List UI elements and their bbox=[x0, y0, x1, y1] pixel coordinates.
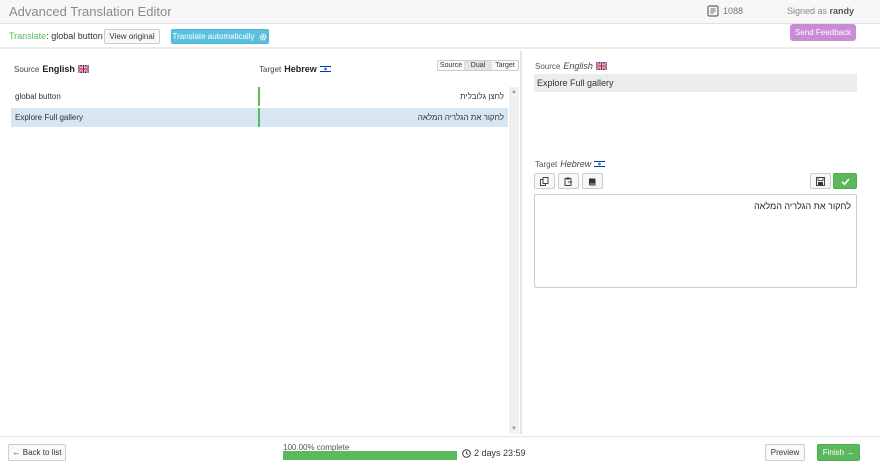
list-scrollbar[interactable]: ▲ ▼ bbox=[509, 87, 519, 434]
target-label: Target bbox=[259, 64, 282, 74]
view-mode-target[interactable]: Target bbox=[492, 61, 518, 70]
editor-source-language: English bbox=[563, 61, 593, 71]
editor-target-header: Target Hebrew bbox=[535, 159, 606, 169]
clock-icon bbox=[462, 448, 471, 458]
view-mode-dual[interactable]: Dual bbox=[465, 61, 492, 70]
progress-fill bbox=[283, 451, 457, 460]
paste-icon bbox=[564, 177, 572, 186]
credits-counter: 1088 bbox=[707, 5, 743, 17]
countdown-timer: 2 days 23:59 bbox=[462, 448, 526, 458]
editor-source-label: Source bbox=[535, 61, 561, 71]
gear-icon bbox=[260, 33, 267, 40]
save-icon bbox=[816, 176, 825, 186]
back-to-list-button[interactable]: ← Back to list bbox=[8, 444, 66, 461]
bottom-bar: ← Back to list 100.00% complete 2 days 2… bbox=[0, 436, 880, 466]
source-column-header: Source English bbox=[14, 64, 89, 74]
sub-bar: Translate: global button View original T… bbox=[0, 24, 880, 49]
translation-list-pane: Source English Target Hebrew Source Dual… bbox=[0, 51, 520, 434]
uk-flag-icon bbox=[595, 62, 607, 70]
row-target-text: לחצן גלובלית bbox=[460, 92, 504, 101]
translate-key: Translate bbox=[9, 31, 47, 41]
signed-in-user: Signed as randy bbox=[787, 6, 854, 16]
progress-bar bbox=[283, 451, 457, 460]
signed-prefix: Signed as bbox=[787, 6, 828, 16]
translation-row-selected[interactable]: Explore Full gallery לחקור את הגלריה המל… bbox=[11, 108, 508, 127]
row-source-text: Explore Full gallery bbox=[15, 113, 84, 122]
translate-label: Translate: global button bbox=[9, 31, 103, 41]
scroll-up-icon[interactable]: ▲ bbox=[511, 89, 517, 95]
credits-count: 1088 bbox=[723, 6, 744, 16]
paste-button[interactable] bbox=[558, 173, 579, 189]
editor-target-language: Hebrew bbox=[560, 159, 592, 169]
send-feedback-button[interactable]: Send Feedback bbox=[790, 24, 856, 41]
book-icon bbox=[589, 178, 596, 185]
app-title: Advanced Translation Editor bbox=[9, 4, 172, 19]
copy-source-button[interactable] bbox=[534, 173, 555, 189]
finish-button[interactable]: Finish → bbox=[817, 444, 860, 461]
target-column-header: Target Hebrew bbox=[259, 64, 331, 74]
editor-target-label: Target bbox=[535, 159, 558, 169]
uk-flag-icon bbox=[77, 65, 89, 73]
translate-value: : global button bbox=[46, 31, 103, 41]
top-bar: Advanced Translation Editor 1088 Signed … bbox=[0, 0, 880, 24]
view-mode-source[interactable]: Source bbox=[438, 61, 465, 70]
row-target-text: לחקור את הגלריה המלאה bbox=[417, 113, 504, 122]
scroll-down-icon[interactable]: ▼ bbox=[511, 426, 517, 432]
target-language: Hebrew bbox=[284, 64, 317, 74]
translation-row[interactable]: global button לחצן גלובלית bbox=[11, 87, 508, 106]
view-mode-toggle: Source Dual Target bbox=[437, 60, 519, 71]
israel-flag-icon bbox=[319, 65, 331, 73]
translate-auto-label: Translate automatically bbox=[172, 32, 255, 41]
target-text-input[interactable]: לחקור את הגלריה המלאה bbox=[534, 194, 857, 288]
source-language: English bbox=[42, 64, 75, 74]
timer-text: 2 days 23:59 bbox=[474, 448, 526, 458]
check-icon bbox=[840, 177, 850, 185]
save-button[interactable] bbox=[810, 173, 831, 189]
translate-automatically-button[interactable]: Translate automatically bbox=[171, 29, 269, 44]
confirm-translation-button[interactable] bbox=[833, 173, 857, 189]
preview-button[interactable]: Preview bbox=[765, 444, 805, 461]
editor-source-header: Source English bbox=[535, 61, 607, 71]
israel-flag-icon bbox=[594, 160, 606, 168]
copy-icon bbox=[540, 176, 549, 186]
credits-icon bbox=[707, 5, 719, 17]
username[interactable]: randy bbox=[830, 6, 855, 16]
editor-pane: Source English Explore Full gallery Targ… bbox=[522, 51, 880, 434]
view-original-button[interactable]: View original bbox=[104, 29, 160, 44]
source-label: Source bbox=[14, 64, 40, 74]
row-source-text: global button bbox=[15, 92, 61, 101]
glossary-button[interactable] bbox=[582, 173, 603, 189]
source-text-box: Explore Full gallery bbox=[534, 74, 857, 92]
